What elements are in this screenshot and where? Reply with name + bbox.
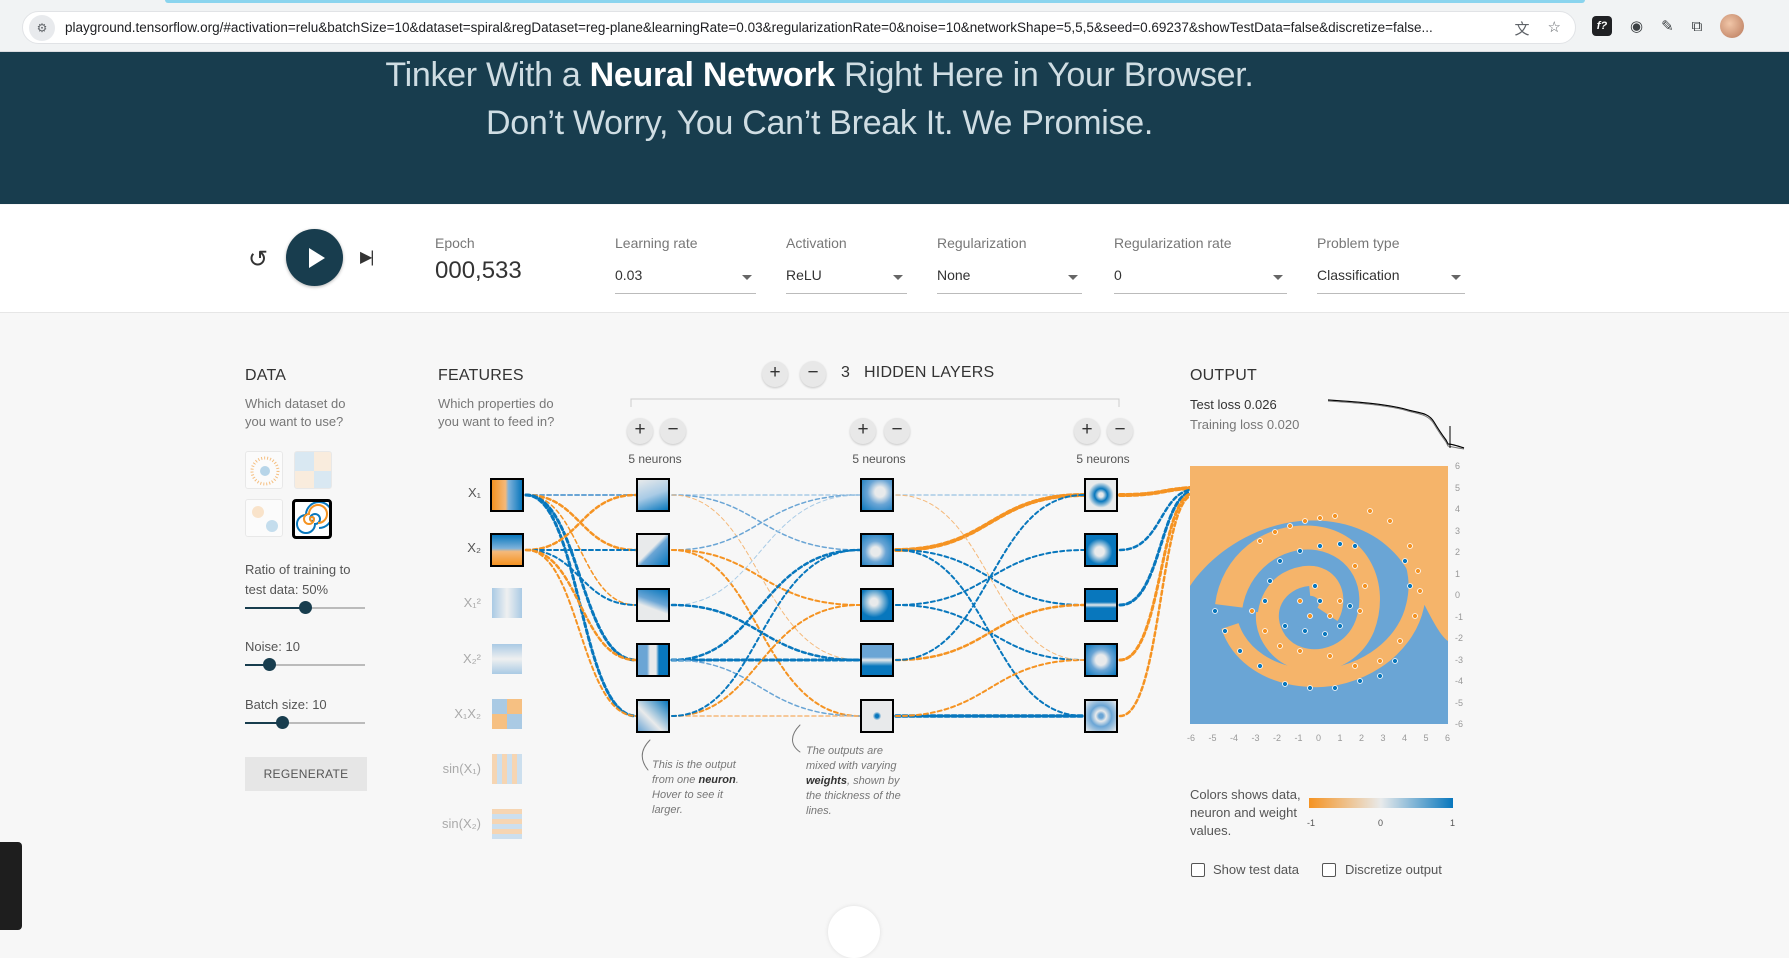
y-axis-tick: -5 — [1455, 697, 1464, 708]
training-loss: Training loss 0.020 — [1190, 417, 1300, 432]
test-loss: Test loss 0.026 — [1190, 397, 1277, 412]
layer2-neuron-3[interactable] — [860, 588, 894, 622]
y-axis-tick: 1 — [1455, 568, 1461, 579]
x-axis-tick: -5 — [1208, 733, 1217, 743]
loss-sparkline — [1328, 399, 1465, 450]
y-axis-tick: -1 — [1455, 611, 1464, 622]
show-test-data-label: Show test data — [1213, 862, 1299, 877]
colorbar-tick-min: -1 — [1307, 818, 1316, 828]
show-test-data-checkbox[interactable] — [1191, 863, 1205, 877]
x-axis-tick: 2 — [1359, 733, 1365, 743]
y-axis-tick: 5 — [1455, 482, 1461, 493]
x-axis-tick: -4 — [1230, 733, 1239, 743]
layer1-neuron-1[interactable] — [636, 478, 670, 512]
layer3-neuron-3[interactable] — [1084, 588, 1118, 622]
colorbar-tick-max: 1 — [1450, 818, 1456, 828]
layer1-neuron-5[interactable] — [636, 699, 670, 733]
output-heatmap[interactable] — [1190, 466, 1448, 724]
output-title: OUTPUT — [1190, 367, 1257, 384]
layer3-neuron-2[interactable] — [1084, 533, 1118, 567]
layer3-neuron-4[interactable] — [1084, 643, 1118, 677]
x-axis-tick: -1 — [1294, 733, 1303, 743]
discretize-output-label: Discretize output — [1345, 862, 1442, 877]
neuron-annotation: This is the output from one neuron. Hove… — [652, 759, 739, 816]
layer2-neuron-5[interactable] — [860, 699, 894, 733]
x-axis-tick: -2 — [1273, 733, 1282, 743]
floating-panel-edge — [0, 842, 22, 930]
x-axis-tick: 6 — [1445, 733, 1451, 743]
x-axis-tick: 4 — [1402, 733, 1408, 743]
y-axis-tick: 0 — [1455, 590, 1461, 600]
layer2-neuron-2[interactable] — [860, 533, 894, 567]
y-axis-tick: 6 — [1455, 461, 1461, 471]
x-axis-tick: 5 — [1423, 733, 1429, 743]
y-axis-tick: -6 — [1455, 719, 1464, 729]
layer1-neuron-3[interactable] — [636, 588, 670, 622]
layer1-neuron-4[interactable] — [636, 643, 670, 677]
x-axis-tick: 3 — [1380, 733, 1386, 743]
layer1-neuron-2[interactable] — [636, 533, 670, 567]
y-axis-tick: -4 — [1455, 676, 1464, 686]
layer2-neuron-1[interactable] — [860, 478, 894, 512]
floating-circle-button[interactable] — [828, 906, 880, 958]
x-axis-tick: -6 — [1187, 733, 1196, 743]
x-axis-tick: 1 — [1337, 733, 1343, 743]
y-axis-tick: 3 — [1455, 525, 1461, 536]
discretize-output-checkbox[interactable] — [1322, 863, 1336, 877]
y-axis-tick: -3 — [1455, 654, 1464, 665]
layer3-neuron-5[interactable] — [1084, 699, 1118, 733]
layer3-neuron-1[interactable] — [1084, 478, 1118, 512]
x-axis-tick: 0 — [1316, 733, 1322, 743]
color-scale-bar — [1309, 798, 1453, 808]
colorbar-tick-mid: 0 — [1378, 818, 1384, 828]
layer2-neuron-4[interactable] — [860, 643, 894, 677]
color-legend-text: Colors shows data, neuron and weight val… — [1190, 787, 1301, 838]
y-axis-tick: -2 — [1455, 633, 1464, 643]
y-axis-tick: 4 — [1455, 504, 1461, 514]
y-axis-tick: 2 — [1455, 547, 1461, 557]
weights-annotation: The outputs are mixed with varying weigh… — [806, 745, 901, 817]
x-axis-tick: -3 — [1251, 733, 1260, 743]
